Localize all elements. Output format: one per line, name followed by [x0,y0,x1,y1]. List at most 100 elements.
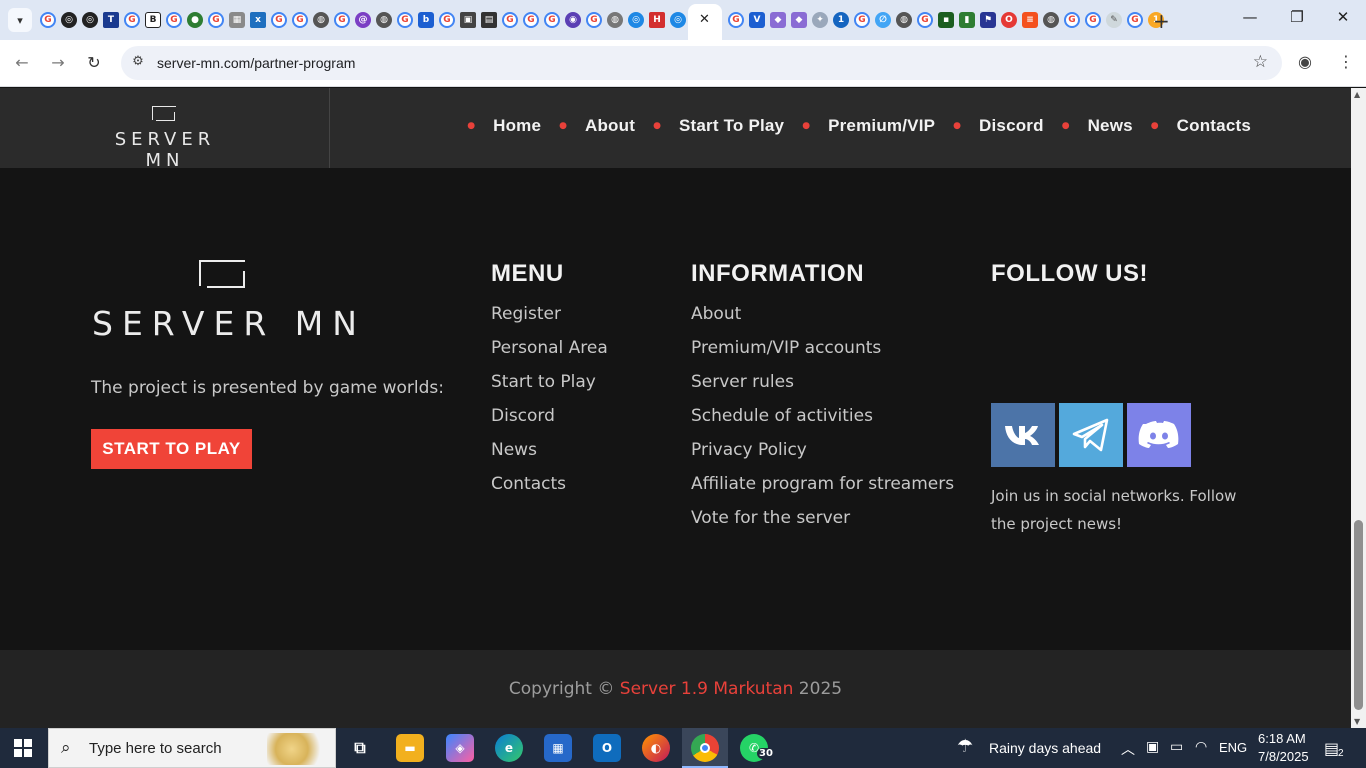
xf-tab-icon[interactable]: x [250,12,266,28]
minimize-button[interactable]: — [1240,8,1260,26]
scroll-up-icon[interactable]: ▲ [1354,90,1360,99]
google-tab-icon[interactable]: G [544,12,560,28]
h-tab-icon[interactable]: H [649,12,665,28]
globe-tab-icon[interactable]: ● [187,12,203,28]
google-tab-icon[interactable]: G [523,12,539,28]
google-tab-icon[interactable]: G [334,12,350,28]
menu-link-contacts[interactable]: Contacts [491,467,608,501]
app-tab-icon[interactable]: ▦ [229,12,245,28]
outlook-icon[interactable]: O [593,734,621,762]
google-tab-icon[interactable]: G [917,12,933,28]
file-explorer-icon[interactable]: ▬ [396,734,424,762]
google-tab-icon[interactable]: G [854,12,870,28]
globe-tab-icon[interactable]: ◍ [376,12,392,28]
menu-link-personal-area[interactable]: Personal Area [491,331,608,365]
url-text[interactable]: server-mn.com/partner-program [157,55,355,71]
spiral-tab-icon[interactable]: ◎ [628,12,644,28]
google-tab-icon[interactable]: G [586,12,602,28]
opera-tab-icon[interactable]: O [1001,12,1017,28]
wifi-icon[interactable]: ◠ [1195,739,1207,755]
reload-icon[interactable]: ↻ [83,52,105,74]
clock-time[interactable]: 6:18 AM [1258,731,1306,746]
nav-news[interactable]: News [1088,116,1133,136]
menu-link-discord[interactable]: Discord [491,399,608,433]
notifications-icon[interactable]: ▤ [1324,739,1339,758]
globe-tab-icon[interactable]: ◍ [313,12,329,28]
copyright-link[interactable]: Server 1.9 Markutan [620,679,794,699]
circle-tab-icon[interactable]: ◉ [565,12,581,28]
chevron-up-icon[interactable]: ︿ [1121,739,1135,759]
b-tab-icon[interactable]: B [145,12,161,28]
info-link-schedule[interactable]: Schedule of activities [691,399,954,433]
google-tab-icon[interactable]: G [208,12,224,28]
address-bar[interactable]: ⚙ server-mn.com/partner-program ☆ [121,46,1282,80]
menu-dots-icon[interactable]: ⋮ [1338,52,1354,71]
weather-text[interactable]: Rainy days ahead [989,740,1101,756]
one-tab-icon[interactable]: 1 [833,12,849,28]
language-indicator[interactable]: ENG [1219,740,1247,755]
google-tab-icon[interactable]: G [728,12,744,28]
spiral-tab-icon[interactable]: ◎ [670,12,686,28]
google-tab-icon[interactable]: G [40,12,56,28]
weather-umbrella-icon[interactable]: ☂ [957,736,973,757]
close-tab-icon[interactable]: ✕ [699,12,710,27]
nav-discord[interactable]: Discord [979,116,1044,136]
nav-start-to-play[interactable]: Start To Play [679,116,784,136]
bookmark-star-icon[interactable]: ☆ [1253,52,1268,72]
clock-date[interactable]: 7/8/2025 [1258,749,1309,764]
info-link-affiliate-program[interactable]: Affiliate program for streamers [691,467,954,501]
footer-logo[interactable]: SERVER MN [92,260,357,344]
info-link-premium-vip[interactable]: Premium/VIP accounts [691,331,954,365]
google-tab-icon[interactable]: G [1085,12,1101,28]
tab-search-button[interactable]: ▾ [8,8,32,32]
task-view-icon[interactable]: ⧉ [346,734,374,762]
scroll-thumb[interactable] [1354,520,1363,710]
app-tab-icon[interactable]: ◆ [791,12,807,28]
info-link-vote[interactable]: Vote for the server [691,501,954,535]
app-tab-icon[interactable]: ▤ [481,12,497,28]
google-tab-icon[interactable]: G [292,12,308,28]
windows-start-icon[interactable] [14,739,32,757]
info-link-server-rules[interactable]: Server rules [691,365,954,399]
openai-tab-icon[interactable]: ◎ [82,12,98,28]
google-tab-icon[interactable]: G [439,12,455,28]
menu-link-news[interactable]: News [491,433,608,467]
google-tab-icon[interactable]: G [502,12,518,28]
vk-icon[interactable] [991,403,1055,467]
info-link-about[interactable]: About [691,297,954,331]
google-tab-icon[interactable]: G [1127,12,1143,28]
profile-icon[interactable]: ◉ [1298,52,1312,71]
copy-tab-icon[interactable]: ▣ [460,12,476,28]
info-link-privacy-policy[interactable]: Privacy Policy [691,433,954,467]
app-tab-icon[interactable]: ▪ [938,12,954,28]
edge-icon[interactable]: e [495,734,523,762]
google-tab-icon[interactable]: G [271,12,287,28]
openai-tab-icon[interactable]: ◎ [61,12,77,28]
chart-tab-icon[interactable]: ▮ [959,12,975,28]
google-tab-icon[interactable]: G [1064,12,1080,28]
active-tab[interactable]: ✕ [688,4,722,40]
forward-icon[interactable]: → [47,52,69,74]
link-tab-icon[interactable]: ∅ [875,12,891,28]
site-info-icon[interactable]: ⚙ [129,54,147,72]
nav-about[interactable]: About [585,116,635,136]
back-icon[interactable]: ← [11,52,33,74]
google-tab-icon[interactable]: G [166,12,182,28]
firefox-icon[interactable]: ◐ [642,734,670,762]
star-tab-icon[interactable]: ✦ [812,12,828,28]
v-tab-icon[interactable]: V [749,12,765,28]
nav-premium-vip[interactable]: Premium/VIP [828,116,935,136]
telegram-icon[interactable] [1059,403,1123,467]
battery-icon[interactable]: ▭ [1170,739,1183,755]
globe-tab-icon[interactable]: ◍ [896,12,912,28]
edit-tab-icon[interactable]: ✎ [1106,12,1122,28]
copilot-icon[interactable]: ◈ [446,734,474,762]
page-scrollbar[interactable]: ▲ ▼ [1351,88,1366,728]
ttp-tab-icon[interactable]: T [103,12,119,28]
menu-link-start-to-play[interactable]: Start to Play [491,365,608,399]
globe-tab-icon[interactable]: ◍ [607,12,623,28]
google-tab-icon[interactable]: G [397,12,413,28]
flag-tab-icon[interactable]: ⚑ [980,12,996,28]
store-icon[interactable]: ▦ [544,734,572,762]
google-tab-icon[interactable]: G [124,12,140,28]
